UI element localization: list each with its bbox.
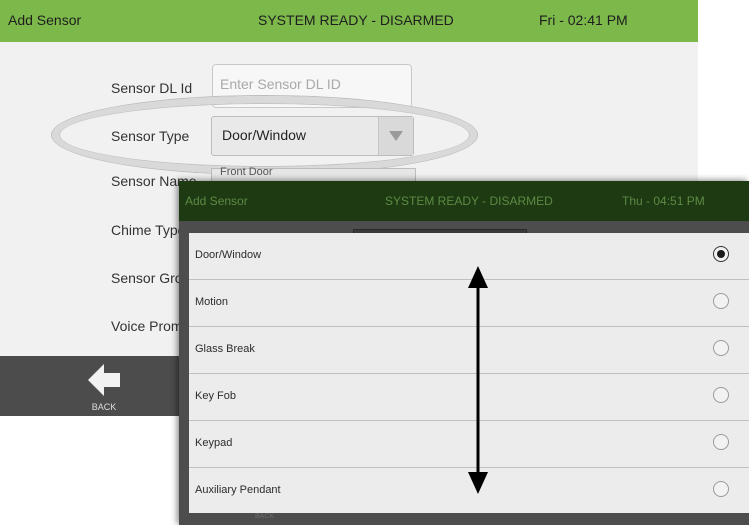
chime-type-label: Chime Type (111, 222, 186, 238)
clock: Thu - 04:51 PM (622, 194, 705, 208)
scroll-arrow-icon (468, 266, 488, 494)
option-label: Door/Window (195, 249, 262, 261)
option-label: Keypad (195, 437, 233, 449)
back-label-dimmed: BACK (255, 513, 275, 520)
sensor-name-select[interactable]: Front Door (211, 166, 416, 181)
radio-icon[interactable] (713, 387, 729, 403)
back-arrow-icon (88, 364, 120, 396)
radio-icon[interactable] (713, 434, 729, 450)
option-label: Auxiliary Pendant (195, 484, 281, 496)
sensor-dl-id-label: Sensor DL Id (111, 80, 193, 96)
header-bar-dimmed: Add Sensor SYSTEM READY - DISARMED Thu -… (179, 181, 749, 221)
system-status: SYSTEM READY - DISARMED (258, 12, 454, 28)
screen-title: Add Sensor (8, 12, 82, 28)
radio-icon[interactable] (713, 481, 729, 497)
option-label: Key Fob (195, 390, 236, 402)
back-button[interactable]: BACK (84, 360, 124, 414)
clock: Fri - 02:41 PM (539, 12, 628, 28)
screen-title: Add Sensor (185, 194, 248, 208)
option-label: Motion (195, 296, 229, 308)
radio-selected-icon[interactable] (713, 246, 729, 262)
system-status: SYSTEM READY - DISARMED (385, 194, 553, 208)
radio-icon[interactable] (713, 340, 729, 356)
option-label: Glass Break (195, 343, 255, 355)
highlight-ellipse (52, 96, 477, 174)
radio-icon[interactable] (713, 293, 729, 309)
sensor-name-value: Front Door (220, 166, 273, 178)
header-bar: Add Sensor SYSTEM READY - DISARMED Fri -… (0, 0, 698, 42)
back-label: BACK (91, 402, 117, 412)
